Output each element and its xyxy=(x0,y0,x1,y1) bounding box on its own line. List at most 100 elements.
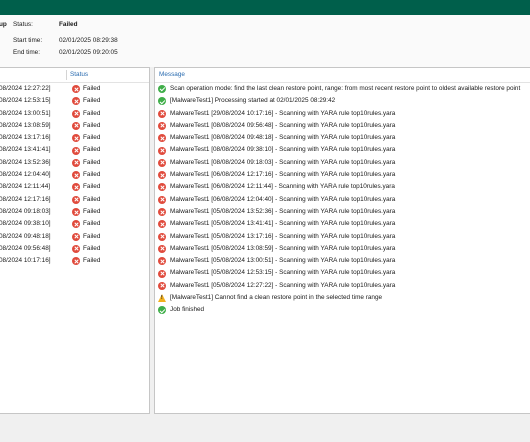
table-row[interactable]: 08/2024 12:04:40] Failed xyxy=(0,169,149,181)
log-message: MalwareTest1 [05/08/2024 13:00:51] - Sca… xyxy=(170,257,396,265)
restore-point-time: 08/2024 13:52:36] xyxy=(0,158,51,166)
column-divider[interactable] xyxy=(66,70,67,80)
table-row[interactable]: 08/2024 10:17:16] Failed xyxy=(0,255,149,267)
restore-point-time: 08/2024 12:11:44] xyxy=(0,183,51,191)
restore-point-time: 08/2024 09:18:03] xyxy=(0,207,51,215)
start-time-label: Start time: xyxy=(13,37,43,44)
restore-point-time: 08/2024 12:17:16] xyxy=(0,195,51,203)
restore-point-time: 08/2024 12:27:22] xyxy=(0,85,51,92)
log-row[interactable]: MalwareTest1 [05/08/2024 13:00:51] - Sca… xyxy=(155,255,530,267)
log-row[interactable]: MalwareTest1 [05/08/2024 13:17:16] - Sca… xyxy=(155,231,530,243)
log-message: MalwareTest1 [06/08/2024 12:11:44] - Sca… xyxy=(170,183,395,191)
status-text: Failed xyxy=(83,85,101,92)
log-row[interactable]: MalwareTest1 [05/08/2024 13:08:59] - Sca… xyxy=(155,243,530,255)
session-summary: up Status: Failed Start time: 02/01/2025… xyxy=(0,15,530,67)
log-message: MalwareTest1 [05/08/2024 13:08:59] - Sca… xyxy=(170,244,396,252)
log-row[interactable]: Scan operation mode: find the last clean… xyxy=(155,83,530,95)
restore-point-time: 08/2024 10:17:16] xyxy=(0,257,51,265)
table-row[interactable]: 08/2024 13:00:51] Failed xyxy=(0,108,149,120)
table-row[interactable]: 08/2024 09:56:48] Failed xyxy=(0,243,149,255)
table-row[interactable]: 08/2024 13:52:36] Failed xyxy=(0,157,149,169)
log-message: MalwareTest1 [08/08/2024 09:48:18] - Sca… xyxy=(170,134,396,142)
status-value: Failed xyxy=(59,21,78,28)
title-bar xyxy=(0,0,530,15)
status-text: Failed xyxy=(83,257,101,265)
success-icon xyxy=(158,306,166,319)
restore-point-list[interactable]: Status 08/2024 12:27:22] Failed 08/2024 12… xyxy=(0,67,150,414)
table-row[interactable]: 08/2024 09:38:10] Failed xyxy=(0,218,149,230)
log-row[interactable]: MalwareTest1 [08/08/2024 09:56:48] - Sca… xyxy=(155,120,530,132)
status-text: Failed xyxy=(83,134,101,142)
log-message: MalwareTest1 [06/08/2024 12:04:40] - Sca… xyxy=(170,195,396,203)
log-row[interactable]: MalwareTest1 [06/08/2024 12:11:44] - Sca… xyxy=(155,181,530,193)
log-message: MalwareTest1 [05/08/2024 13:17:16] - Sca… xyxy=(170,232,396,240)
log-row[interactable]: MalwareTest1 [05/08/2024 12:53:15] - Sca… xyxy=(155,267,530,279)
end-time-label: End time: xyxy=(13,49,40,56)
restore-point-time: 08/2024 12:04:40] xyxy=(0,171,51,179)
log-message: MalwareTest1 [06/08/2024 12:17:16] - Sca… xyxy=(170,171,396,179)
status-text: Failed xyxy=(83,171,101,179)
restore-point-time: 08/2024 09:38:10] xyxy=(0,220,51,228)
log-message: [MalwareTest1] Cannot find a clean resto… xyxy=(170,294,383,302)
message-rows: Scan operation mode: find the last clean… xyxy=(155,83,530,317)
status-text: Failed xyxy=(83,146,101,154)
column-header-message[interactable]: Message xyxy=(159,68,185,82)
status-text: Failed xyxy=(83,220,101,228)
log-row[interactable]: MalwareTest1 [05/08/2024 13:41:41] - Sca… xyxy=(155,218,530,230)
table-row[interactable]: 08/2024 13:41:41] Failed xyxy=(0,144,149,156)
log-row[interactable]: MalwareTest1 [06/08/2024 12:04:40] - Sca… xyxy=(155,194,530,206)
status-text: Failed xyxy=(83,244,101,252)
restore-point-rows: 08/2024 12:27:22] Failed 08/2024 12:53:15]… xyxy=(0,83,149,267)
restore-point-time: 08/2024 13:17:16] xyxy=(0,134,51,142)
table-row[interactable]: 08/2024 12:53:15] Failed xyxy=(0,95,149,107)
log-message: MalwareTest1 [08/08/2024 09:38:10] - Sca… xyxy=(170,146,396,154)
log-row[interactable]: MalwareTest1 [29/08/2024 10:17:16] - Sca… xyxy=(155,108,530,120)
table-row[interactable]: 08/2024 12:11:44] Failed xyxy=(0,181,149,193)
table-row[interactable]: 08/2024 12:27:22] Failed xyxy=(0,83,149,95)
column-header-status[interactable]: Status xyxy=(70,68,88,82)
log-message: Scan operation mode: find the last clean… xyxy=(170,85,521,92)
log-message: MalwareTest1 [08/08/2024 09:56:48] - Sca… xyxy=(170,121,396,129)
log-message: [MalwareTest1] Processing started at 02/… xyxy=(170,97,336,105)
log-message: Job finished xyxy=(170,306,205,314)
log-row[interactable]: MalwareTest1 [05/08/2024 12:27:22] - Sca… xyxy=(155,280,530,292)
log-row[interactable]: Job finished xyxy=(155,304,530,316)
table-row[interactable]: 08/2024 12:17:16] Failed xyxy=(0,194,149,206)
table-row[interactable]: 08/2024 13:17:16] Failed xyxy=(0,132,149,144)
end-time-value: 02/01/2025 09:20:05 xyxy=(59,49,118,56)
start-time-value: 02/01/2025 08:29:38 xyxy=(59,37,118,44)
log-message: MalwareTest1 [05/08/2024 13:41:41] - Sca… xyxy=(170,220,396,228)
table-row[interactable]: 08/2024 09:18:03] Failed xyxy=(0,206,149,218)
status-text: Failed xyxy=(83,158,101,166)
summary-fragment: up xyxy=(0,21,7,28)
restore-point-time: 08/2024 09:56:48] xyxy=(0,244,51,252)
status-text: Failed xyxy=(83,195,101,203)
log-row[interactable]: MalwareTest1 [06/08/2024 12:17:16] - Sca… xyxy=(155,169,530,181)
log-row[interactable]: MalwareTest1 [05/08/2024 13:52:36] - Sca… xyxy=(155,206,530,218)
log-message: MalwareTest1 [05/08/2024 12:53:15] - Sca… xyxy=(170,269,396,277)
status-text: Failed xyxy=(83,207,101,215)
status-label: Status: xyxy=(13,21,33,28)
status-text: Failed xyxy=(83,232,101,240)
table-row[interactable]: 08/2024 13:08:59] Failed xyxy=(0,120,149,132)
status-text: Failed xyxy=(83,109,101,117)
log-message: MalwareTest1 [05/08/2024 12:27:22] - Sca… xyxy=(170,281,396,289)
restore-point-time: 08/2024 13:08:59] xyxy=(0,121,51,129)
status-text: Failed xyxy=(83,183,101,191)
log-row[interactable]: MalwareTest1 [08/08/2024 09:48:18] - Sca… xyxy=(155,132,530,144)
log-row[interactable]: MalwareTest1 [08/08/2024 09:38:10] - Sca… xyxy=(155,144,530,156)
log-message: MalwareTest1 [08/08/2024 09:18:03] - Sca… xyxy=(170,158,396,166)
log-row[interactable]: MalwareTest1 [08/08/2024 09:18:03] - Sca… xyxy=(155,157,530,169)
failed-icon xyxy=(72,257,80,270)
status-text: Failed xyxy=(83,121,101,129)
log-message: MalwareTest1 [05/08/2024 13:52:36] - Sca… xyxy=(170,207,396,215)
restore-point-time: 08/2024 13:41:41] xyxy=(0,146,51,154)
restore-point-time: 08/2024 13:00:51] xyxy=(0,109,51,117)
log-row[interactable]: [MalwareTest1] Cannot find a clean resto… xyxy=(155,292,530,304)
log-row[interactable]: [MalwareTest1] Processing started at 02/… xyxy=(155,95,530,107)
table-row[interactable]: 08/2024 09:48:18] Failed xyxy=(0,231,149,243)
restore-point-time: 08/2024 09:48:18] xyxy=(0,232,51,240)
restore-point-time: 08/2024 12:53:15] xyxy=(0,97,51,105)
log-message: MalwareTest1 [29/08/2024 10:17:16] - Sca… xyxy=(170,109,396,117)
message-log[interactable]: Message Scan operation mode: find the la… xyxy=(154,67,530,414)
